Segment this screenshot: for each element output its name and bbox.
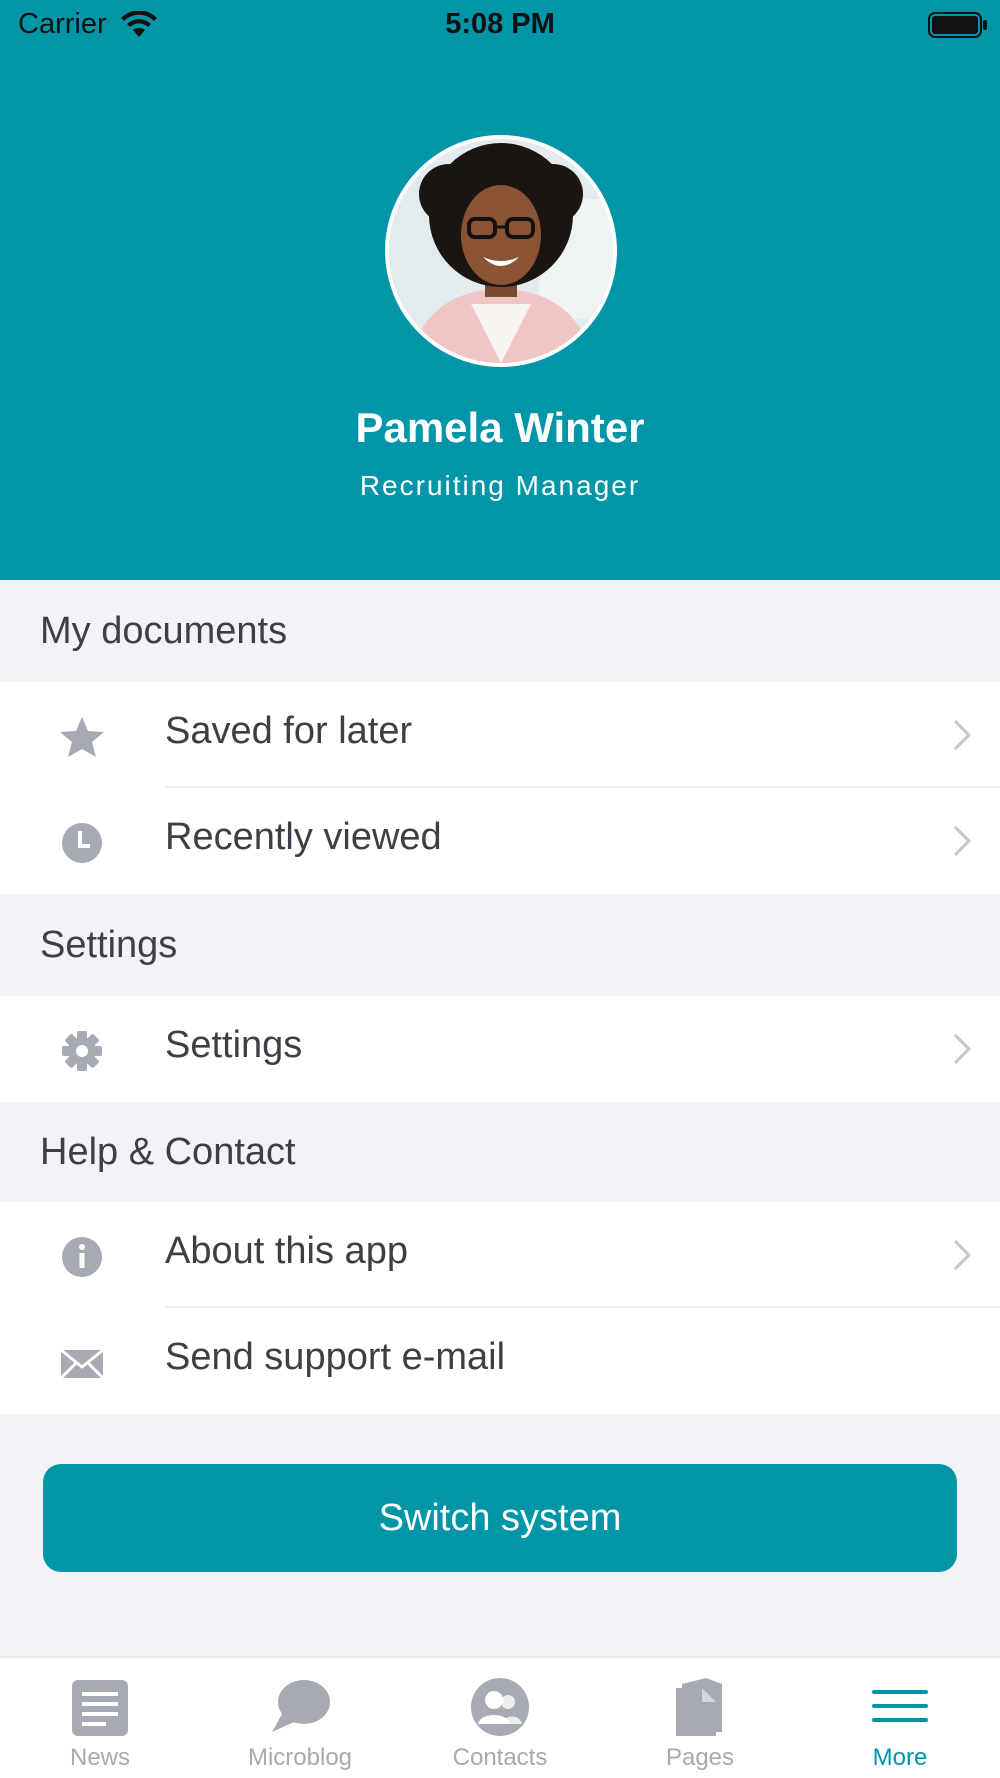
tab-contacts[interactable]: Contacts	[400, 1658, 600, 1778]
clock-icon	[58, 821, 106, 863]
status-time: 5:08 PM	[445, 8, 555, 40]
section-header-settings: Settings	[0, 894, 1000, 996]
profile-header: Pamela Winter Recruiting Manager	[0, 52, 1000, 580]
send-support-email-row[interactable]: Send support e-mail	[0, 1308, 1000, 1414]
switch-system-button[interactable]: Switch system	[43, 1464, 957, 1572]
chevron-right-icon	[952, 718, 972, 757]
about-this-app-row[interactable]: About this app	[0, 1202, 1000, 1308]
contacts-icon	[466, 1676, 534, 1738]
star-icon	[58, 715, 106, 757]
settings-label: Settings	[165, 1024, 303, 1066]
saved-for-later-row[interactable]: Saved for later	[0, 682, 1000, 788]
pages-icon	[666, 1676, 734, 1738]
section-header-help-contact: Help & Contact	[0, 1102, 1000, 1202]
info-icon	[58, 1235, 106, 1277]
menu-icon	[866, 1676, 934, 1738]
section-header-my-documents: My documents	[0, 580, 1000, 682]
tab-more[interactable]: More	[800, 1658, 1000, 1778]
tab-pages[interactable]: Pages	[600, 1658, 800, 1778]
tab-contacts-label: Contacts	[452, 1744, 548, 1771]
tab-news[interactable]: News	[0, 1658, 200, 1778]
avatar[interactable]	[385, 135, 617, 367]
chevron-right-icon	[952, 824, 972, 863]
status-bar: Carrier 5:08 PM	[0, 0, 1000, 52]
tab-microblog-label: Microblog	[247, 1744, 353, 1771]
tab-more-label: More	[872, 1744, 928, 1771]
chevron-right-icon	[952, 1238, 972, 1277]
tab-microblog[interactable]: Microblog	[200, 1658, 400, 1778]
send-support-email-label: Send support e-mail	[165, 1336, 506, 1378]
settings-row[interactable]: Settings	[0, 996, 1000, 1102]
chat-bubble-icon	[266, 1676, 334, 1738]
battery-icon	[928, 12, 988, 43]
about-this-app-label: About this app	[165, 1230, 408, 1272]
news-icon	[66, 1676, 134, 1738]
tab-bar: News Microblog Contacts Pages More	[0, 1656, 1000, 1778]
gear-icon	[58, 1029, 106, 1071]
tab-pages-label: Pages	[665, 1744, 735, 1771]
recently-viewed-label: Recently viewed	[165, 816, 442, 858]
recently-viewed-row[interactable]: Recently viewed	[0, 788, 1000, 894]
profile-name: Pamela Winter	[355, 404, 645, 451]
mail-icon	[58, 1341, 106, 1383]
tab-news-label: News	[69, 1744, 130, 1771]
profile-job-title: Recruiting Manager	[359, 470, 641, 501]
chevron-right-icon	[952, 1032, 972, 1071]
saved-for-later-label: Saved for later	[165, 710, 413, 752]
